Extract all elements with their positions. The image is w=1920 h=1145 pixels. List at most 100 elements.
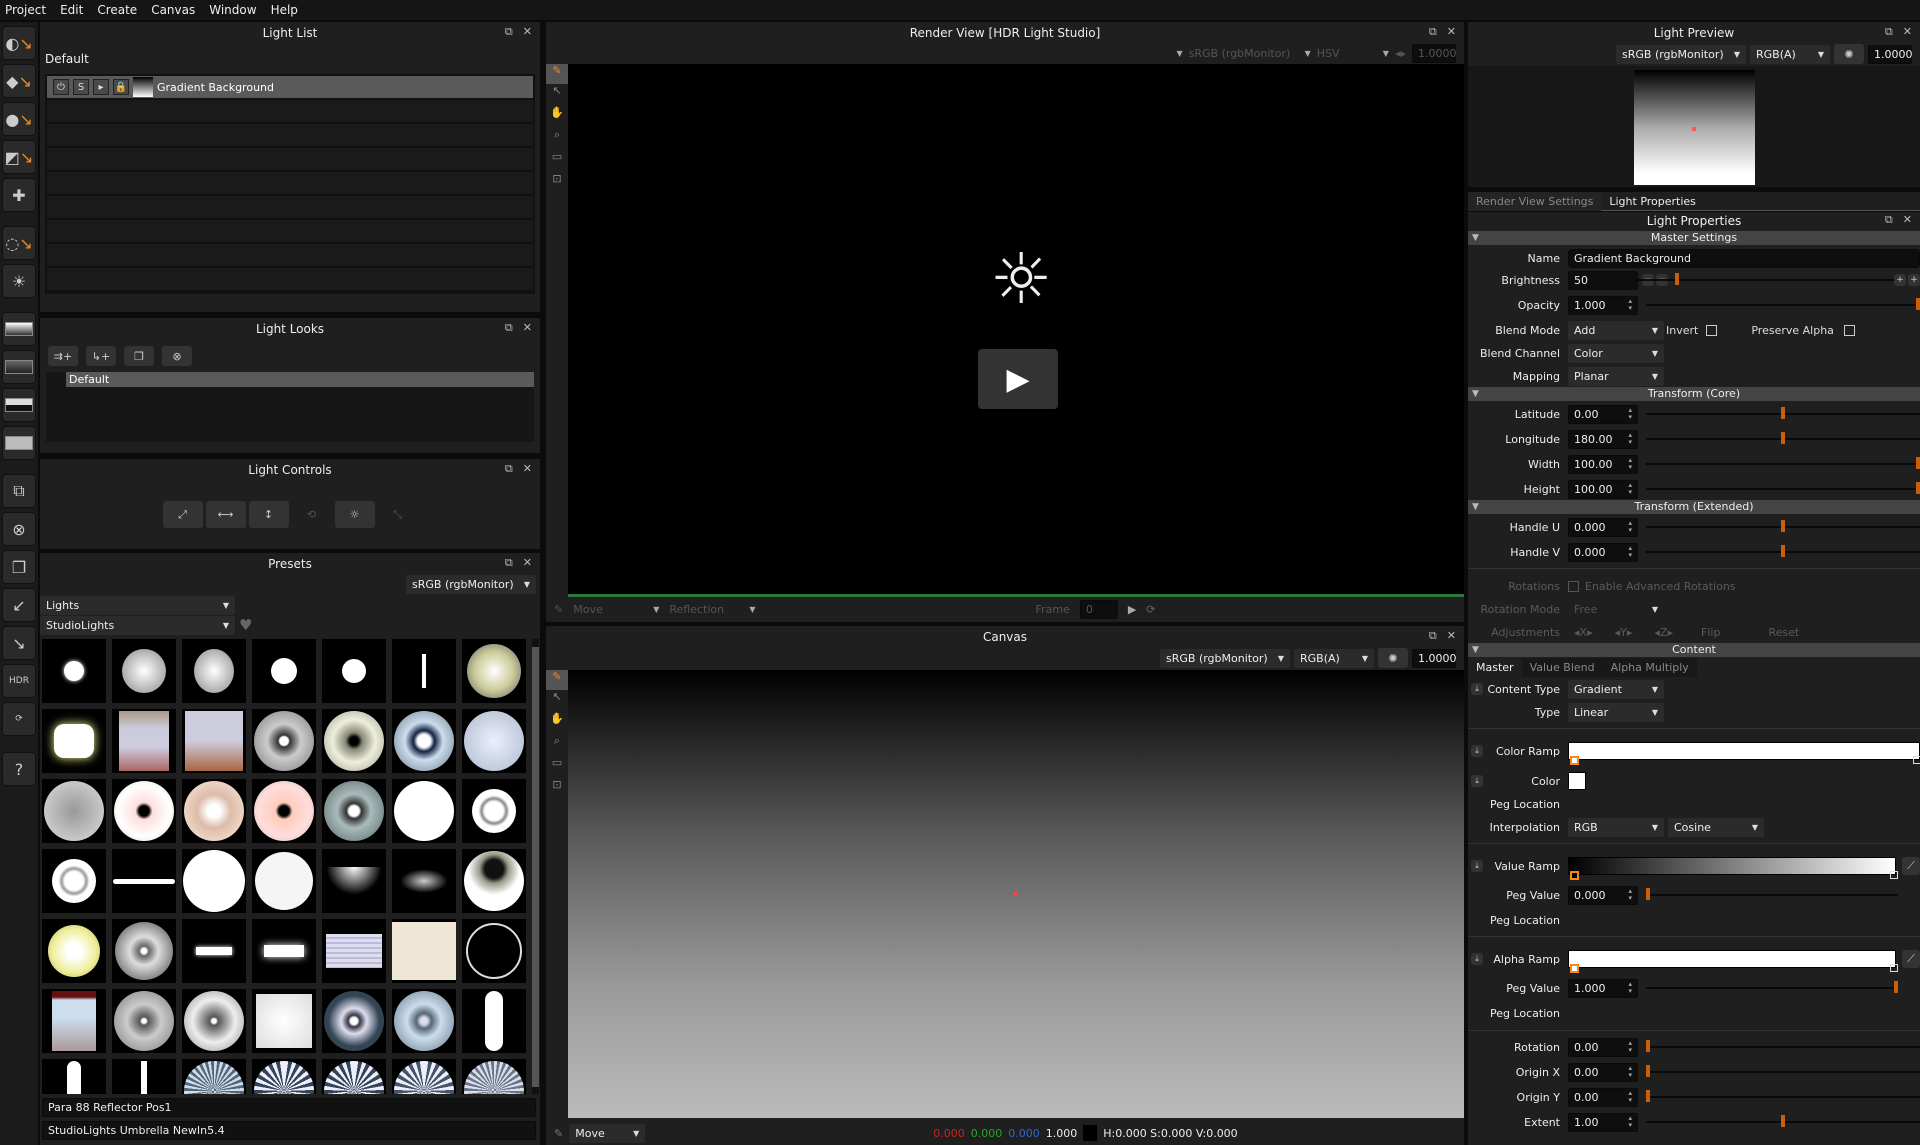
tab-light-properties[interactable]: Light Properties — [1601, 192, 1704, 211]
delete-look-icon[interactable]: ⊗ — [162, 346, 192, 366]
duplicate-look-icon[interactable]: ❐ — [124, 346, 154, 366]
menu-window[interactable]: Window — [204, 3, 265, 17]
preset-thumb[interactable] — [392, 849, 456, 913]
value-peg-slider[interactable] — [1646, 888, 1898, 902]
canvas-viewport[interactable] — [568, 670, 1464, 1118]
power-icon[interactable]: ⏻ — [53, 79, 69, 95]
adjust-z-button[interactable]: ◂Z▸ — [1654, 626, 1673, 639]
preset-thumb[interactable] — [112, 639, 176, 703]
section-master-settings[interactable]: ▼ Master Settings — [1468, 231, 1920, 245]
frame-field[interactable]: 0 — [1079, 599, 1118, 619]
menu-help[interactable]: Help — [266, 3, 307, 17]
rotation-slider[interactable] — [1646, 1040, 1920, 1054]
sun-light-icon[interactable]: ☀ — [2, 264, 36, 298]
adjust-x-button[interactable]: ◂X▸ — [1574, 626, 1593, 639]
preset-thumb[interactable] — [182, 709, 246, 773]
select-tool-icon[interactable]: ↖ — [546, 84, 568, 106]
slider-track[interactable] — [1646, 894, 1898, 896]
preset-thumb[interactable] — [42, 989, 106, 1053]
render-colorspace-dropdown[interactable]: sRGB (rgbMonitor) — [1189, 47, 1299, 60]
rotation-mode-dropdown[interactable]: Free ▼ — [1568, 600, 1664, 619]
preset-thumb[interactable] — [112, 989, 176, 1053]
exposure-aperture-icon[interactable]: ✺ — [1378, 648, 1408, 668]
stretch-control-icon[interactable]: ⤡ — [378, 501, 418, 528]
preset-thumb[interactable] — [112, 709, 176, 773]
slider-thumb[interactable] — [1916, 482, 1920, 494]
look-item[interactable]: Default — [66, 372, 534, 387]
brightness-increase-small[interactable]: + — [1894, 274, 1906, 286]
region-tool-icon[interactable]: ▭ — [546, 150, 568, 172]
alpha-peg-slider[interactable] — [1646, 981, 1898, 995]
brightness-control-icon[interactable]: ☼ — [334, 501, 375, 528]
select-icon[interactable]: ▸ — [93, 79, 109, 95]
tab-alpha-multiply[interactable]: Alpha Multiply — [1602, 658, 1697, 677]
origin-x-slider[interactable] — [1646, 1065, 1920, 1079]
float-icon[interactable]: ⧉ — [1885, 25, 1893, 39]
float-icon[interactable]: ⧉ — [1885, 213, 1893, 227]
spot-light-icon[interactable]: ◌ ↘ — [2, 226, 36, 260]
import-icon[interactable]: ⤓ — [1471, 745, 1483, 757]
rotate-control-icon[interactable]: ⟲ — [292, 501, 332, 528]
tab-master[interactable]: Master — [1468, 658, 1522, 677]
favorite-heart-icon[interactable]: ♥ — [239, 616, 252, 634]
help-icon[interactable]: ? — [2, 752, 36, 786]
close-icon[interactable]: ✕ — [523, 321, 532, 335]
preset-thumb[interactable] — [392, 709, 456, 773]
gradient-bg-icon[interactable] — [2, 312, 36, 346]
origin-x-input[interactable]: 0.00 ▴ ▾ — [1568, 1062, 1638, 1082]
pan-tool-icon[interactable]: ✋ — [546, 712, 568, 734]
zoom-tool-icon[interactable]: ⌕ — [546, 128, 568, 150]
preset-thumb[interactable] — [182, 989, 246, 1053]
blend-channel-dropdown[interactable]: Color ▼ — [1568, 343, 1664, 363]
slider-track[interactable] — [1646, 1071, 1920, 1073]
redo-icon[interactable]: ↘ — [2, 626, 36, 660]
preset-thumb[interactable] — [322, 919, 386, 983]
preset-thumb[interactable] — [182, 779, 246, 843]
slider-track[interactable] — [1646, 1046, 1920, 1048]
value-peg-input[interactable]: 0.000 ▴ ▾ — [1568, 885, 1638, 905]
width-input[interactable]: 100.00 ▴ ▾ — [1568, 454, 1638, 474]
presets-colorspace-dropdown[interactable]: sRGB (rgbMonitor) ▼ — [406, 575, 536, 594]
preset-thumb[interactable] — [322, 639, 386, 703]
canvas-exposure-field[interactable]: 1.0000 — [1412, 648, 1457, 668]
preview-colorspace-dropdown[interactable]: sRGB (rgbMonitor) ▼ — [1616, 44, 1746, 64]
pan-tool-icon[interactable]: ✋ — [546, 106, 568, 128]
preset-thumb[interactable] — [322, 849, 386, 913]
preset-thumb[interactable] — [462, 639, 526, 703]
preset-thumb[interactable] — [392, 919, 456, 983]
render-viewport[interactable]: ☼ ▶ — [568, 64, 1464, 594]
brush-icon[interactable]: ✎ — [554, 1127, 563, 1140]
solo-icon[interactable]: S — [73, 79, 89, 95]
preview-channel-dropdown[interactable]: RGB(A) ▼ — [1750, 44, 1830, 64]
tab-value-blend[interactable]: Value Blend — [1521, 658, 1603, 677]
reset-button[interactable]: Reset — [1768, 626, 1799, 639]
preset-thumb[interactable] — [42, 639, 106, 703]
slider-thumb[interactable] — [1646, 1040, 1650, 1052]
value-ramp[interactable] — [1568, 857, 1896, 875]
light-handle[interactable] — [1014, 892, 1017, 895]
section-content[interactable]: ▼ Content — [1468, 643, 1920, 657]
box-light-icon[interactable]: ◩ ↘ — [2, 140, 36, 174]
handle-v-input[interactable]: 0.000 ▴ ▾ — [1568, 542, 1638, 562]
mapping-dropdown[interactable]: Planar ▼ — [1568, 366, 1664, 386]
handle-v-slider[interactable] — [1646, 545, 1920, 559]
menu-project[interactable]: Project — [0, 3, 55, 17]
preset-thumb[interactable] — [42, 1059, 106, 1094]
slider-thumb[interactable] — [1916, 457, 1920, 469]
tab-render-view-settings[interactable]: Render View Settings — [1468, 192, 1602, 211]
value-ramp-peg-start[interactable] — [1570, 871, 1579, 880]
preset-thumb[interactable] — [322, 709, 386, 773]
flag-light-icon[interactable]: ✚ — [2, 178, 36, 212]
interpolation-curve-dropdown[interactable]: Cosine ▼ — [1668, 817, 1764, 837]
hdri-bg-icon[interactable] — [2, 350, 36, 384]
render-mode-dropdown[interactable]: Move — [573, 603, 643, 616]
preset-thumb[interactable] — [112, 779, 176, 843]
alpha-peg-input[interactable]: 1.000 ▴ ▾ — [1568, 978, 1638, 998]
menu-canvas[interactable]: Canvas — [146, 3, 204, 17]
preset-thumb[interactable] — [462, 779, 526, 843]
opacity-input[interactable]: 1.000 ▴ ▾ — [1568, 295, 1638, 315]
height-slider[interactable] — [1646, 482, 1920, 496]
float-icon[interactable]: ⧉ — [1429, 629, 1437, 643]
preset-thumb[interactable] — [392, 989, 456, 1053]
duplicate-icon[interactable]: ❐ — [2, 550, 36, 584]
